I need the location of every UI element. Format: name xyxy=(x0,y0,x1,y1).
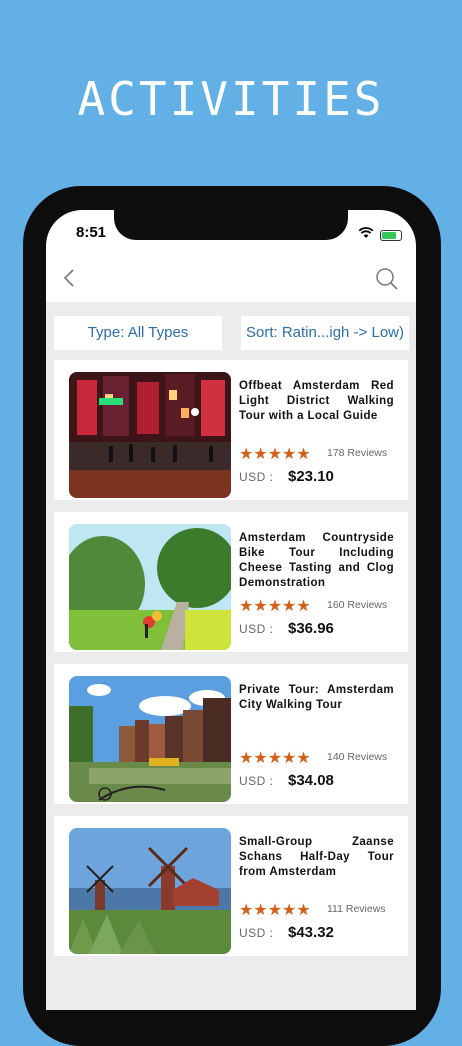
price-row: USD : $34.08 xyxy=(239,772,399,792)
review-count: 178 Reviews xyxy=(327,447,388,459)
star-rating: ★★★★★ xyxy=(239,446,311,463)
activity-image xyxy=(69,828,231,954)
price-value: $36.96 xyxy=(288,620,334,637)
currency-label: USD : xyxy=(239,926,274,940)
type-filter-button[interactable]: Type: All Types xyxy=(54,316,222,350)
star-rating: ★★★★★ xyxy=(239,598,311,615)
activity-image xyxy=(69,524,231,650)
price-row: USD : $43.32 xyxy=(239,924,399,944)
activity-card[interactable]: Offbeat Amsterdam Red Light District Wal… xyxy=(54,360,408,500)
price-value: $23.10 xyxy=(288,468,334,485)
star-rating: ★★★★★ xyxy=(239,750,311,767)
price-row: USD : $36.96 xyxy=(239,620,399,640)
activity-card[interactable]: Private Tour: Amsterdam City Walking Tou… xyxy=(54,664,408,804)
activity-title: Private Tour: Amsterdam City Walking Tou… xyxy=(239,684,394,711)
review-count: 160 Reviews xyxy=(327,599,388,611)
review-count: 111 Reviews xyxy=(327,903,386,915)
chevron-left-icon xyxy=(63,269,74,287)
wifi-icon xyxy=(358,226,374,244)
navbar xyxy=(46,254,416,302)
rating-row: ★★★★★ 111 Reviews xyxy=(239,902,399,919)
activity-title: Offbeat Amsterdam Red Light District Wal… xyxy=(239,380,394,422)
activity-title: Amsterdam Countryside Bike Tour Includin… xyxy=(239,532,394,589)
activity-card[interactable]: Small-Group Zaanse Schans Half-Day Tour … xyxy=(54,816,408,956)
rating-row: ★★★★★ 140 Reviews xyxy=(239,750,399,767)
status-time: 8:51 xyxy=(76,224,107,241)
activity-card[interactable]: Amsterdam Countryside Bike Tour Includin… xyxy=(54,512,408,652)
activity-image xyxy=(69,372,231,498)
activity-title: Small-Group Zaanse Schans Half-Day Tour … xyxy=(239,836,394,878)
star-rating: ★★★★★ xyxy=(239,902,311,919)
content-area: Type: All Types Sort: Ratin...igh -> Low… xyxy=(46,302,416,1010)
page-headline: ACTIVITIES xyxy=(77,72,385,126)
currency-label: USD : xyxy=(239,470,274,484)
currency-label: USD : xyxy=(239,622,274,636)
currency-label: USD : xyxy=(239,774,274,788)
battery-icon xyxy=(380,229,402,241)
sort-filter-button[interactable]: Sort: Ratin...igh -> Low) xyxy=(241,316,409,350)
price-value: $43.32 xyxy=(288,924,334,941)
back-button[interactable] xyxy=(58,264,82,292)
notch xyxy=(114,210,348,240)
rating-row: ★★★★★ 178 Reviews xyxy=(239,446,399,463)
app-screen: 8:51 Type: All Types Sort: Ratin...igh -… xyxy=(46,210,416,1010)
filter-bar: Type: All Types Sort: Ratin...igh -> Low… xyxy=(54,316,409,352)
status-icons xyxy=(358,226,402,244)
search-icon xyxy=(376,268,398,290)
activity-image xyxy=(69,676,231,802)
search-button[interactable] xyxy=(374,266,400,292)
price-value: $34.08 xyxy=(288,772,334,789)
rating-row: ★★★★★ 160 Reviews xyxy=(239,598,399,615)
review-count: 140 Reviews xyxy=(327,751,388,763)
price-row: USD : $23.10 xyxy=(239,468,399,488)
